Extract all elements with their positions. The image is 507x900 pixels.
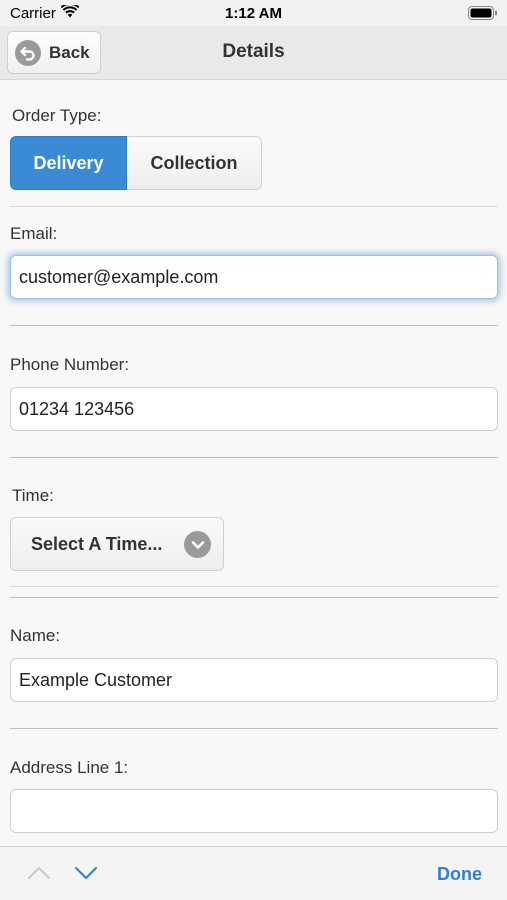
order-type-collection-button[interactable]: Collection	[127, 136, 262, 190]
address-line-1-field[interactable]	[10, 789, 498, 833]
status-bar: Carrier 1:12 AM	[0, 0, 507, 26]
divider	[10, 206, 498, 207]
done-button[interactable]: Done	[437, 864, 482, 885]
divider	[10, 597, 498, 598]
order-type-label: Order Type:	[12, 106, 102, 125]
chevron-down-icon	[184, 531, 211, 558]
battery-icon	[468, 6, 498, 24]
address-line-1-label: Address Line 1:	[10, 758, 129, 777]
divider	[10, 728, 498, 729]
chevron-up-icon[interactable]	[27, 865, 51, 886]
chevron-down-icon[interactable]	[74, 865, 98, 886]
order-type-delivery-button[interactable]: Delivery	[10, 136, 127, 190]
keyboard-accessory-bar: Done	[0, 846, 507, 900]
status-time: 1:12 AM	[225, 5, 282, 22]
divider	[10, 457, 498, 458]
time-select[interactable]: Select A Time...	[10, 517, 224, 571]
email-field[interactable]: customer@example.com	[10, 255, 498, 299]
name-field[interactable]: Example Customer	[10, 658, 498, 702]
page-title: Details	[222, 41, 285, 62]
navigation-header: Back Details	[0, 26, 507, 80]
divider	[10, 325, 498, 326]
time-select-label: Select A Time...	[31, 533, 163, 554]
phone-label: Phone Number:	[10, 355, 130, 374]
divider	[10, 586, 498, 587]
email-label: Email:	[10, 224, 58, 243]
order-type-segmented-control: Delivery Collection	[10, 136, 262, 190]
phone-field[interactable]: 01234 123456	[10, 387, 498, 431]
time-label: Time:	[12, 486, 54, 505]
name-label: Name:	[10, 626, 61, 645]
